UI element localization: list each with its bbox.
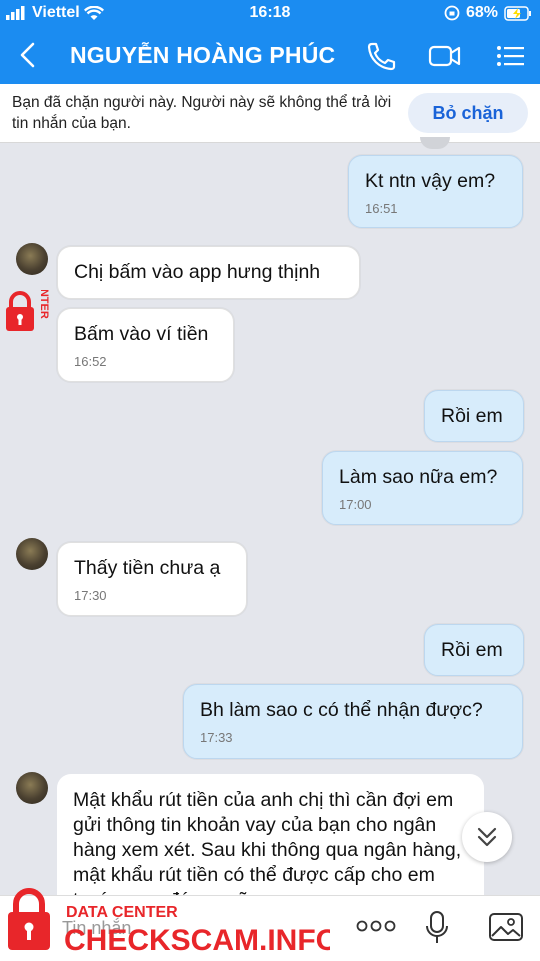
phone-call-icon[interactable] <box>364 40 398 72</box>
more-options-icon[interactable] <box>356 916 396 936</box>
message-bubble-incoming[interactable]: Bấm vào ví tiền 16:52 <box>57 308 234 382</box>
blocked-notice-text: Bạn đã chặn người này. Người này sẽ khôn… <box>12 94 392 132</box>
message-bubble-incoming[interactable]: Chị bấm vào app hưng thịnh <box>57 246 360 299</box>
message-bubble-outgoing[interactable]: Làm sao nữa em? 17:00 <box>322 451 523 525</box>
message-bubble-outgoing[interactable]: Bh làm sao c có thể nhận được? 17:33 <box>183 684 523 759</box>
message-bubble-outgoing[interactable]: Kt ntn vậy em? 16:51 <box>348 155 523 228</box>
message-text: Bh làm sao c có thể nhận được? <box>200 699 483 721</box>
message-time: 17:30 <box>74 588 107 603</box>
message-bubble-outgoing[interactable]: Rồi em <box>424 390 524 442</box>
chat-header: NGUYỄN HOÀNG PHÚC <box>0 28 540 84</box>
message-bubble-outgoing[interactable]: Rồi em <box>424 624 524 676</box>
scroll-to-bottom-button[interactable] <box>462 812 512 862</box>
unblock-button[interactable]: Bỏ chặn <box>408 93 528 133</box>
watermark-side: CHECKSCAM.INFO DATA CENTER <box>6 290 50 331</box>
message-time: 16:52 <box>74 354 107 369</box>
avatar[interactable] <box>16 772 48 804</box>
blocked-banner: Bạn đã chặn người này. Người này sẽ khôn… <box>0 84 540 143</box>
message-bubble-incoming[interactable]: Thấy tiền chưa ạ 17:30 <box>57 542 247 616</box>
message-text: Rồi em <box>441 639 503 661</box>
message-time: 17:33 <box>200 730 233 745</box>
message-text: Rồi em <box>441 405 503 427</box>
watermark-bottom: DATA CENTER CHECKSCAM.INFO <box>8 888 330 957</box>
date-divider-badge <box>420 137 450 149</box>
watermark-side-subtext: DATA CENTER <box>38 290 50 319</box>
orientation-lock-icon <box>444 5 460 21</box>
image-gallery-icon[interactable] <box>488 912 524 942</box>
battery-charging-icon <box>504 5 531 21</box>
back-arrow-icon[interactable] <box>14 40 44 70</box>
status-right-group: 68% <box>444 4 532 22</box>
message-text: Kt ntn vậy em? <box>365 170 496 192</box>
menu-list-icon[interactable] <box>494 40 528 72</box>
padlock-icon <box>6 291 34 331</box>
message-text: Bấm vào ví tiền <box>74 323 209 345</box>
message-text: Chị bấm vào app hưng thịnh <box>74 261 321 283</box>
watermark-bottom-subtext: DATA CENTER <box>66 904 178 921</box>
video-call-icon[interactable] <box>428 40 462 72</box>
microphone-icon[interactable] <box>424 910 450 946</box>
status-bar: Viettel 16:18 68% <box>0 0 540 28</box>
avatar[interactable] <box>16 243 48 275</box>
battery-percent: 68% <box>465 4 498 21</box>
message-time: 17:00 <box>339 497 372 512</box>
watermark-bottom-text: CHECKSCAM.INFO <box>64 924 330 957</box>
contact-name[interactable]: NGUYỄN HOÀNG PHÚC <box>70 42 335 69</box>
message-text: Làm sao nữa em? <box>339 466 498 488</box>
message-text: Thấy tiền chưa ạ <box>74 557 221 579</box>
message-time: 16:51 <box>365 201 398 216</box>
double-chevron-down-icon <box>477 827 497 847</box>
padlock-icon <box>8 888 50 950</box>
